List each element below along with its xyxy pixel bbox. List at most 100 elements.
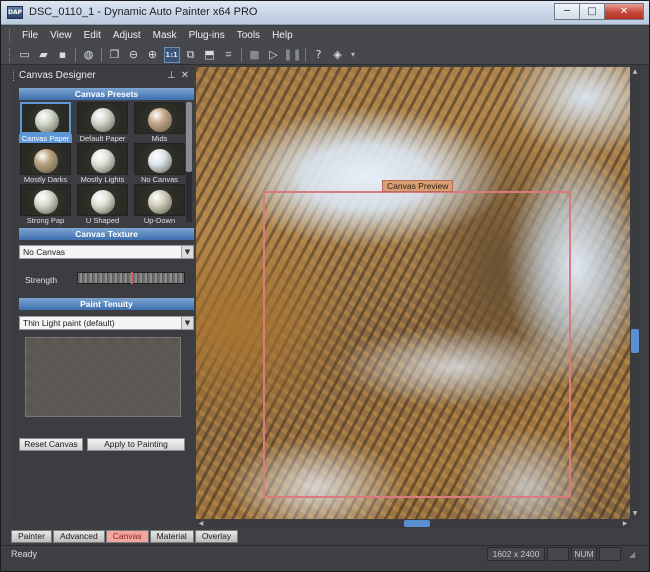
new-document-icon[interactable]: ▭ bbox=[17, 47, 33, 63]
stop-icon[interactable]: ■ bbox=[247, 47, 263, 63]
window-title: DSC_0110_1 - Dynamic Auto Painter x64 PR… bbox=[29, 6, 258, 18]
paint-tenuity-select[interactable]: Thin Light paint (default) ▼ bbox=[19, 316, 194, 330]
scroll-left-icon[interactable]: ◀ bbox=[196, 519, 206, 528]
window-controls: ─ □ ✕ bbox=[554, 3, 644, 20]
menu-mask[interactable]: Mask bbox=[147, 30, 183, 41]
horizontal-scrollbar-thumb[interactable] bbox=[404, 520, 430, 527]
preset-canvas-paper[interactable]: Canvas Paper bbox=[19, 102, 72, 143]
preset-strong-pap[interactable]: Strong Pap bbox=[19, 184, 72, 225]
preset-thumbnail bbox=[134, 143, 185, 175]
menu-help[interactable]: Help bbox=[266, 30, 299, 41]
paint-icon[interactable]: ◈ bbox=[330, 47, 346, 63]
open-folder-icon[interactable]: ▰ bbox=[36, 47, 52, 63]
zoom-in-icon[interactable]: ⊕ bbox=[145, 47, 161, 63]
minimize-button[interactable]: ─ bbox=[554, 3, 580, 20]
preset-thumbnail bbox=[77, 184, 128, 216]
canvas-presets-header: Canvas Presets bbox=[19, 88, 194, 100]
canvas-preview-frame[interactable] bbox=[263, 191, 571, 498]
help-icon[interactable]: ? bbox=[311, 47, 327, 63]
tab-overlay[interactable]: Overlay bbox=[194, 530, 239, 543]
menu-adjust[interactable]: Adjust bbox=[107, 30, 147, 41]
save-icon[interactable]: ▪ bbox=[55, 47, 71, 63]
preset-label: Strong Pap bbox=[26, 216, 65, 225]
toolbar-separator bbox=[75, 47, 76, 62]
preset-label: Mids bbox=[151, 134, 168, 143]
canvas-texture-header: Canvas Texture bbox=[19, 228, 194, 240]
preset-mostly-darks[interactable]: Mostly Darks bbox=[19, 143, 72, 184]
preset-sphere bbox=[91, 190, 115, 214]
pin-icon[interactable]: ⊥ bbox=[167, 70, 176, 81]
fit-icon[interactable]: ⧉ bbox=[183, 47, 199, 63]
preset-thumbnail bbox=[77, 143, 128, 175]
status-empty-cell bbox=[599, 547, 621, 561]
tab-canvas[interactable]: Canvas bbox=[105, 530, 149, 543]
toolbar-separator bbox=[305, 47, 306, 62]
vertical-scrollbar-thumb[interactable] bbox=[631, 329, 639, 353]
menu-plug-ins[interactable]: Plug-ins bbox=[183, 30, 231, 41]
menu-grip[interactable] bbox=[9, 29, 12, 42]
crop-icon[interactable]: ⌗ bbox=[221, 47, 237, 63]
panel-title: Canvas Designer bbox=[19, 69, 96, 81]
tab-painter[interactable]: Painter bbox=[11, 530, 52, 543]
preset-u-shaped[interactable]: U Shaped bbox=[76, 184, 129, 225]
zoom-out-icon[interactable]: ⊖ bbox=[126, 47, 142, 63]
horizontal-scrollbar[interactable]: ◀ ▶ bbox=[196, 519, 630, 528]
num-lock-indicator: NUM bbox=[571, 547, 597, 561]
menu-tools[interactable]: Tools bbox=[231, 30, 266, 41]
actual-size-icon[interactable]: 1:1 bbox=[163, 46, 180, 63]
preset-label: Default Paper bbox=[79, 134, 126, 143]
preset-sphere bbox=[35, 109, 59, 132]
preset-thumbnail bbox=[77, 102, 128, 134]
title-bar: DAP DSC_0110_1 - Dynamic Auto Painter x6… bbox=[1, 1, 649, 25]
presets-scrollbar[interactable] bbox=[186, 102, 192, 222]
canvas-preview-label: Canvas Preview bbox=[382, 180, 454, 192]
presets-scrollbar-thumb[interactable] bbox=[186, 102, 192, 172]
toolbar-separator bbox=[241, 47, 242, 62]
strength-slider-thumb[interactable] bbox=[131, 272, 133, 284]
toolbar-grip[interactable] bbox=[9, 47, 12, 62]
status-text: Ready bbox=[11, 549, 38, 559]
resize-grip-icon[interactable]: ◢ bbox=[629, 550, 639, 560]
menu-bar: File View Edit Adjust Mask Plug-ins Tool… bbox=[1, 26, 649, 45]
painting-canvas[interactable]: Canvas Preview bbox=[196, 67, 630, 519]
panel-header: Canvas Designer ⊥ ✕ bbox=[11, 67, 194, 83]
status-bar: Ready 1602 x 2400 NUM ◢ bbox=[1, 545, 649, 571]
menu-edit[interactable]: Edit bbox=[78, 30, 107, 41]
preset-label: Up-Down bbox=[143, 216, 176, 225]
play-icon[interactable]: ▷ bbox=[266, 47, 282, 63]
panel-close-icon[interactable]: ✕ bbox=[181, 70, 189, 81]
preset-no-canvas[interactable]: No Canvas bbox=[133, 143, 186, 184]
reset-icon[interactable]: ◍ bbox=[81, 47, 97, 63]
toolbar-overflow-icon[interactable]: ▾ bbox=[351, 50, 355, 59]
preset-thumbnail bbox=[20, 143, 71, 175]
dropdown-arrow-icon[interactable]: ▼ bbox=[181, 317, 193, 329]
pause-icon[interactable]: ❚❚ bbox=[283, 47, 301, 63]
scroll-up-icon[interactable]: ▲ bbox=[630, 67, 640, 77]
preset-up-down[interactable]: Up-Down bbox=[133, 184, 186, 225]
canvas-texture-select[interactable]: No Canvas ▼ bbox=[19, 245, 194, 259]
dropdown-arrow-icon[interactable]: ▼ bbox=[181, 246, 193, 258]
strength-slider[interactable] bbox=[77, 272, 185, 284]
close-button[interactable]: ✕ bbox=[604, 3, 644, 20]
scroll-down-icon[interactable]: ▼ bbox=[630, 509, 640, 519]
menu-view[interactable]: View bbox=[44, 30, 78, 41]
panel-grip[interactable] bbox=[13, 69, 16, 81]
scroll-right-icon[interactable]: ▶ bbox=[620, 519, 630, 528]
tab-material[interactable]: Material bbox=[149, 530, 194, 543]
preset-thumbnail bbox=[20, 184, 71, 216]
preset-mostly-lights[interactable]: Mostly Lights bbox=[76, 143, 129, 184]
preset-label: Mostly Darks bbox=[23, 175, 68, 184]
fullscreen-icon[interactable]: ⬒ bbox=[202, 47, 218, 63]
reset-canvas-button[interactable]: Reset Canvas bbox=[19, 438, 83, 451]
menu-file[interactable]: File bbox=[16, 30, 44, 41]
preset-sphere bbox=[148, 190, 172, 214]
vertical-scrollbar[interactable]: ▲ ▼ bbox=[630, 67, 640, 519]
app-window: DAP DSC_0110_1 - Dynamic Auto Painter x6… bbox=[0, 0, 650, 572]
preset-default-paper[interactable]: Default Paper bbox=[76, 102, 129, 143]
apply-to-painting-button[interactable]: Apply to Painting bbox=[87, 438, 185, 451]
maximize-button[interactable]: □ bbox=[579, 3, 605, 20]
preset-label: Mostly Lights bbox=[80, 175, 125, 184]
photos-icon[interactable]: ❐ bbox=[107, 47, 123, 63]
tab-advanced[interactable]: Advanced bbox=[52, 530, 105, 543]
preset-mids[interactable]: Mids bbox=[133, 102, 186, 143]
